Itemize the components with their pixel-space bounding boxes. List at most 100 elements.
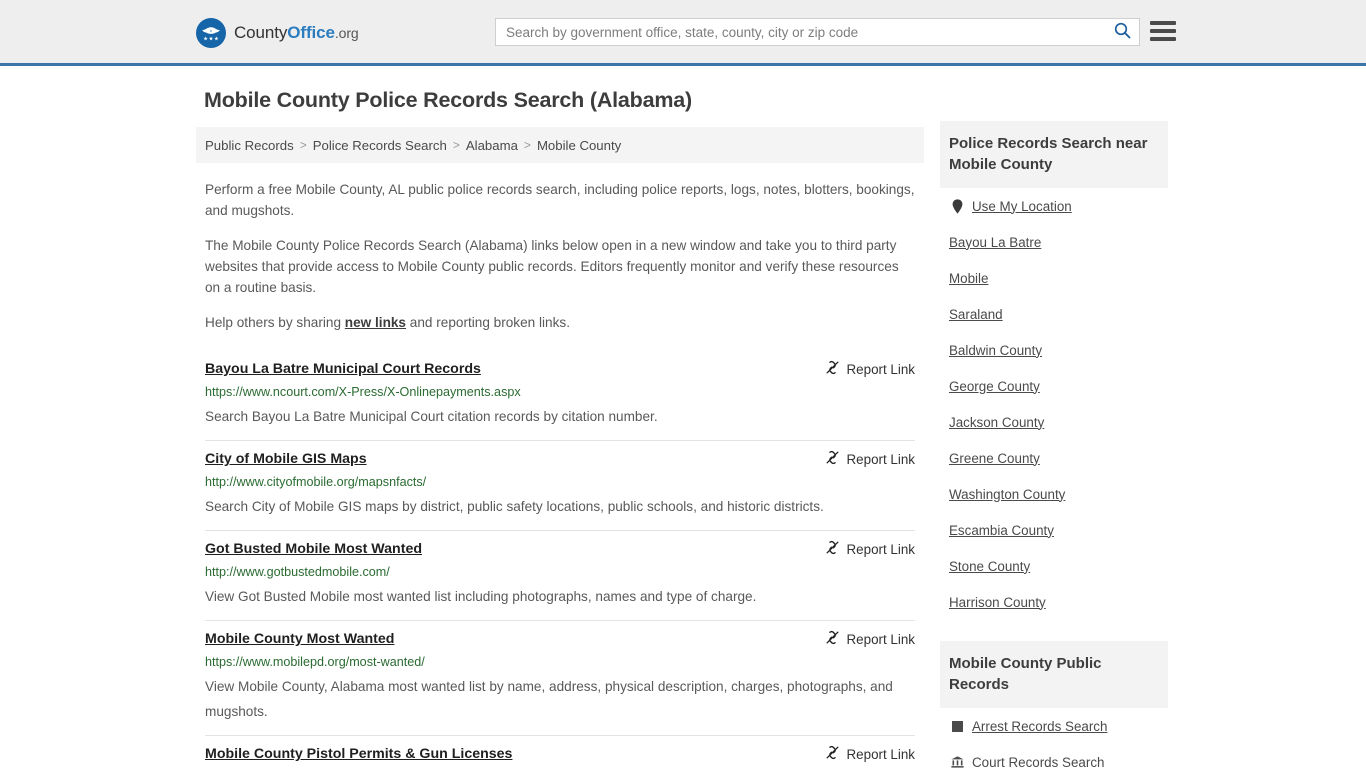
sidebar-link-label[interactable]: Court Records Search xyxy=(972,755,1104,768)
hamburger-bar xyxy=(1150,21,1176,25)
sidebar-item-harrison-county[interactable]: Harrison County xyxy=(940,584,1168,620)
sidebar-item-escambia-county[interactable]: Escambia County xyxy=(940,512,1168,548)
sidebar-public-records-title: Mobile County Public Records xyxy=(940,641,1168,708)
page-title: Mobile County Police Records Search (Ala… xyxy=(204,88,693,112)
breadcrumb-separator: > xyxy=(299,138,307,152)
sidebar-item-washington-county[interactable]: Washington County xyxy=(940,476,1168,512)
sidebar-link-label[interactable]: Greene County xyxy=(949,451,1040,466)
intro-paragraph-3: Help others by sharing new links and rep… xyxy=(205,312,915,333)
brand-part-office: Office xyxy=(287,23,335,42)
broken-link-icon xyxy=(825,360,840,378)
report-link-button[interactable]: Report Link xyxy=(825,744,915,763)
search-icon xyxy=(1114,22,1131,42)
results-list: Bayou La Batre Municipal Court Records R… xyxy=(196,351,924,768)
sidebar-nearby-title: Police Records Search near Mobile County xyxy=(940,121,1168,188)
sidebar-item-baldwin-county[interactable]: Baldwin County xyxy=(940,332,1168,368)
result-title-link[interactable]: Mobile County Most Wanted xyxy=(205,629,394,649)
sidebar-link-label[interactable]: Harrison County xyxy=(949,595,1046,610)
report-link-label: Report Link xyxy=(846,541,915,557)
sidebar-item-stone-county[interactable]: Stone County xyxy=(940,548,1168,584)
main-content: Public Records > Police Records Search >… xyxy=(196,127,924,768)
breadcrumb-item-public-records[interactable]: Public Records xyxy=(205,138,294,153)
intro-text-after: and reporting broken links. xyxy=(406,315,570,330)
sidebar: Police Records Search near Mobile County… xyxy=(940,121,1168,768)
result-url[interactable]: https://www.ncourt.com/X-Press/X-Onlinep… xyxy=(205,383,915,401)
sidebar-item-use-my-location[interactable]: Use My Location xyxy=(940,188,1168,224)
sidebar-item-greene-county[interactable]: Greene County xyxy=(940,440,1168,476)
intro-text: Perform a free Mobile County, AL public … xyxy=(196,179,924,333)
sidebar-link-label[interactable]: Mobile xyxy=(949,271,988,286)
result-item: City of Mobile GIS Maps Report Link http… xyxy=(205,441,915,531)
map-pin-icon xyxy=(949,198,965,214)
result-item: Mobile County Pistol Permits & Gun Licen… xyxy=(205,736,915,768)
site-header: CountyOffice.org xyxy=(0,0,1366,66)
sidebar-link-label[interactable]: George County xyxy=(949,379,1040,394)
intro-text-before: Help others by sharing xyxy=(205,315,345,330)
site-logo[interactable]: CountyOffice.org xyxy=(196,18,359,48)
result-description: Search Bayou La Batre Municipal Court ci… xyxy=(205,409,658,424)
sidebar-item-mobile[interactable]: Mobile xyxy=(940,260,1168,296)
hamburger-menu-icon[interactable] xyxy=(1150,19,1176,43)
sidebar-item-arrest-records-search[interactable]: Arrest Records Search xyxy=(940,708,1168,744)
result-title-link[interactable]: City of Mobile GIS Maps xyxy=(205,449,367,469)
result-url[interactable]: http://www.cityofmobile.org/mapsnfacts/ xyxy=(205,473,915,491)
result-item: Bayou La Batre Municipal Court Records R… xyxy=(205,351,915,441)
report-link-button[interactable]: Report Link xyxy=(825,359,915,378)
search-bar xyxy=(495,18,1140,46)
report-link-label: Report Link xyxy=(846,631,915,647)
brand-part-county: County xyxy=(234,23,288,42)
breadcrumb-item-alabama[interactable]: Alabama xyxy=(466,138,518,153)
broken-link-icon xyxy=(825,450,840,468)
sidebar-link-label[interactable]: Arrest Records Search xyxy=(972,719,1107,734)
sidebar-link-label[interactable]: Saraland xyxy=(949,307,1003,322)
result-url[interactable]: http://www.gotbustedmobile.com/ xyxy=(205,563,915,581)
breadcrumb-item-police-records-search[interactable]: Police Records Search xyxy=(313,138,447,153)
sidebar-item-saraland[interactable]: Saraland xyxy=(940,296,1168,332)
result-description: View Mobile County, Alabama most wanted … xyxy=(205,679,893,719)
sidebar-public-records-block: Mobile County Public Records Arrest Reco… xyxy=(940,641,1168,768)
sidebar-link-label[interactable]: Escambia County xyxy=(949,523,1054,538)
hamburger-bar xyxy=(1150,37,1176,41)
report-link-button[interactable]: Report Link xyxy=(825,449,915,468)
sidebar-link-label[interactable]: Stone County xyxy=(949,559,1030,574)
intro-paragraph-2: The Mobile County Police Records Search … xyxy=(205,238,899,295)
sidebar-item-bayou-la-batre[interactable]: Bayou La Batre xyxy=(940,224,1168,260)
result-item: Mobile County Most Wanted Report Link ht… xyxy=(205,621,915,736)
square-badge-icon xyxy=(949,720,965,732)
report-link-button[interactable]: Report Link xyxy=(825,539,915,558)
sidebar-link-label[interactable]: Baldwin County xyxy=(949,343,1042,358)
report-link-label: Report Link xyxy=(846,746,915,762)
result-description: Search City of Mobile GIS maps by distri… xyxy=(205,499,824,514)
breadcrumb-separator: > xyxy=(523,138,531,152)
sidebar-link-label[interactable]: Jackson County xyxy=(949,415,1044,430)
report-link-label: Report Link xyxy=(846,451,915,467)
result-title-link[interactable]: Got Busted Mobile Most Wanted xyxy=(205,539,422,559)
search-button[interactable] xyxy=(1105,19,1139,45)
sidebar-item-court-records-search[interactable]: Court Records Search xyxy=(940,744,1168,768)
site-logo-text: CountyOffice.org xyxy=(234,23,359,43)
broken-link-icon xyxy=(825,745,840,763)
new-links-link[interactable]: new links xyxy=(345,315,406,330)
courthouse-icon xyxy=(949,756,965,768)
result-title-link[interactable]: Bayou La Batre Municipal Court Records xyxy=(205,359,481,379)
search-input[interactable] xyxy=(496,19,1105,45)
sidebar-link-label[interactable]: Bayou La Batre xyxy=(949,235,1041,250)
result-title-link[interactable]: Mobile County Pistol Permits & Gun Licen… xyxy=(205,744,512,764)
breadcrumb: Public Records > Police Records Search >… xyxy=(196,127,924,163)
sidebar-nearby-list: Use My Location Bayou La Batre Mobile Sa… xyxy=(940,188,1168,620)
sidebar-link-label[interactable]: Use My Location xyxy=(972,199,1072,214)
breadcrumb-item-mobile-county: Mobile County xyxy=(536,137,622,153)
intro-paragraph-1: Perform a free Mobile County, AL public … xyxy=(205,182,915,218)
sidebar-item-jackson-county[interactable]: Jackson County xyxy=(940,404,1168,440)
broken-link-icon xyxy=(825,630,840,648)
sidebar-item-george-county[interactable]: George County xyxy=(940,368,1168,404)
sidebar-link-label[interactable]: Washington County xyxy=(949,487,1065,502)
result-url[interactable]: https://www.mobilepd.org/most-wanted/ xyxy=(205,653,915,671)
brand-part-org: .org xyxy=(334,25,359,41)
result-description: View Got Busted Mobile most wanted list … xyxy=(205,589,757,604)
report-link-button[interactable]: Report Link xyxy=(825,629,915,648)
eagle-crest-icon xyxy=(196,18,226,48)
hamburger-bar xyxy=(1150,29,1176,33)
result-item: Got Busted Mobile Most Wanted Report Lin… xyxy=(205,531,915,621)
broken-link-icon xyxy=(825,540,840,558)
